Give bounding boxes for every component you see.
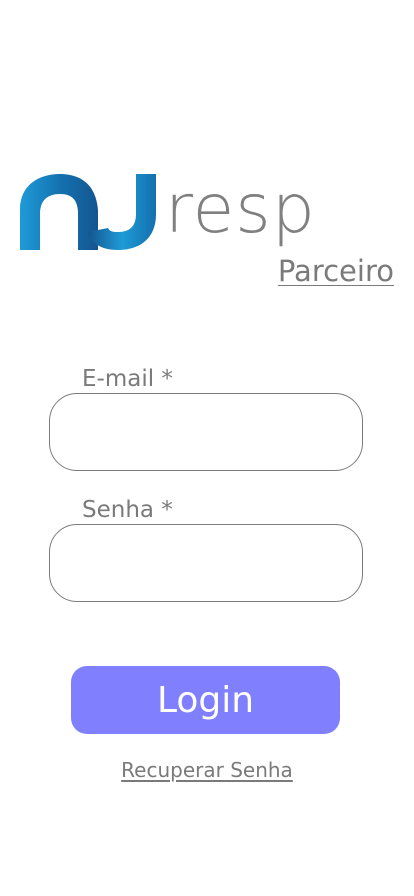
logo-wordmark: resp [165,170,316,249]
logo-n-shape [20,174,98,250]
portal-subtitle-link[interactable]: Parceiro [278,254,394,288]
password-field[interactable] [49,524,363,602]
recover-password-link[interactable]: Recuperar Senha [0,758,414,782]
email-label: E-mail * [82,366,173,392]
email-field[interactable] [49,393,363,471]
logo-j-shape [88,174,156,250]
login-button[interactable]: Login [71,666,340,734]
password-label: Senha * [82,497,173,523]
app-logo: resp [20,170,316,250]
